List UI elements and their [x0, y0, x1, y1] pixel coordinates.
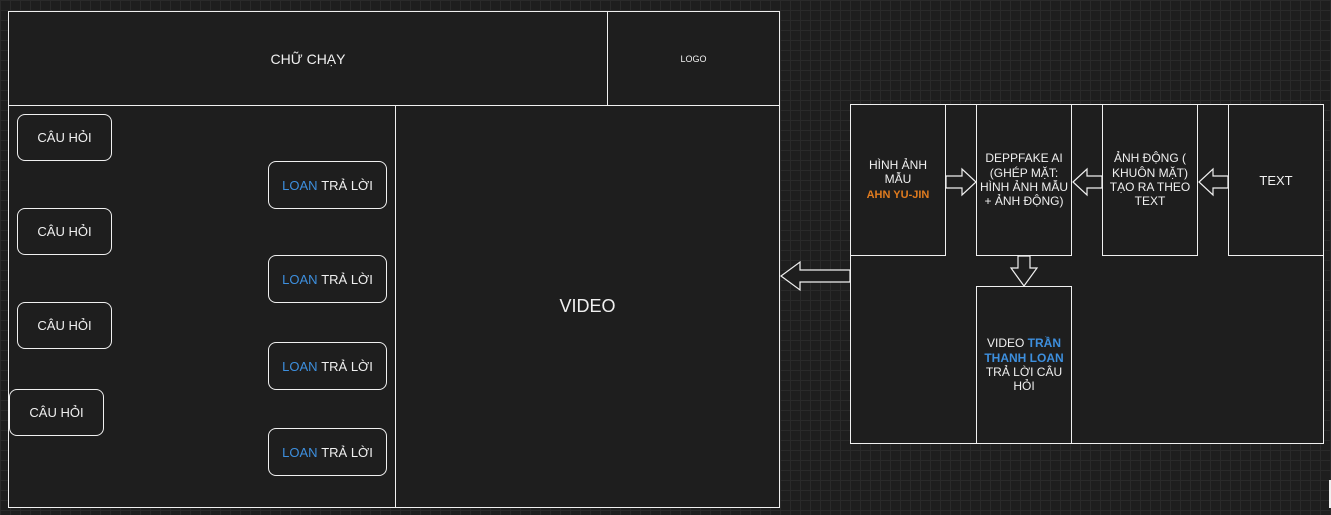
arrow-right-icon [945, 167, 977, 197]
arrow-down-icon [1009, 255, 1039, 288]
flow-arrows [779, 167, 1229, 292]
arrow-left-icon [1198, 167, 1229, 197]
arrow-left-icon [779, 260, 851, 292]
arrow-left-icon [1072, 167, 1103, 197]
